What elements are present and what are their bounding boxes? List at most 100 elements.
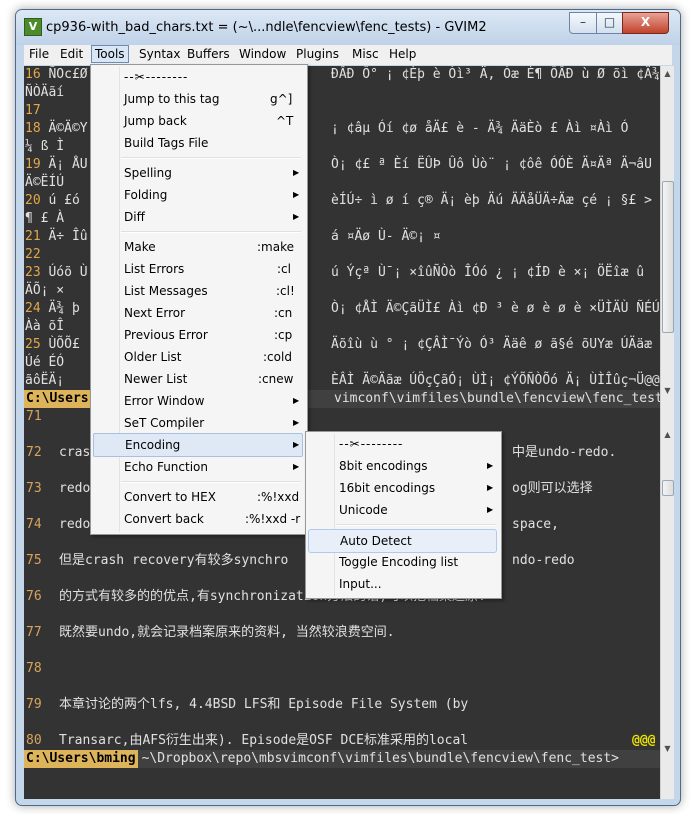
line-number: 75 <box>26 553 42 568</box>
title-bar[interactable]: V cp936-with_bad_chars.txt = (~\...ndle\… <box>16 10 680 45</box>
line-text-tail: og则可以选择 <box>512 481 593 496</box>
editor-line: 24 Ä¾ þ Ò¡ ¢ÅÌ Ä©ÇãÜÌ£ Àì ¢Ð ³ è ø è ø è … <box>25 300 660 318</box>
menu-misc[interactable]: Misc <box>349 46 382 62</box>
window-title: cp936-with_bad_chars.txt = (~\...ndle\fe… <box>46 20 487 35</box>
scroll-up-icon[interactable]: ▲ <box>662 428 673 442</box>
line-text: Úóõ Ù <box>48 265 88 280</box>
line-text: ÄÕ¡ × <box>25 283 65 298</box>
line-text-tail: ÐÂÐ Ô° ¡ ¢Èþ è Òì³ Ä, Òæ È¶ ÔÂÐ ù Ø õì ¢… <box>331 67 660 82</box>
menu-item-encoding[interactable]: Encoding ▶ <box>93 433 303 457</box>
submenu-arrow-icon: ▶ <box>487 461 494 470</box>
menu-syntax[interactable]: Syntax <box>136 46 183 62</box>
menu-item-list-messages[interactable]: List Messages:cl! <box>93 280 303 302</box>
menu-item-newer-list[interactable]: Newer List:cnew <box>93 368 303 390</box>
status-line-bottom: C:\Users\bming ~\Dropbox\repo\mbsvimconf\… <box>24 750 660 768</box>
menu-buffers[interactable]: Buffers <box>184 46 233 62</box>
line-number: 21 <box>25 229 41 244</box>
menu-item-label: Jump back <box>124 114 187 128</box>
menu-item-8bit-encodings[interactable]: 8bit encodings ▶ <box>308 455 497 477</box>
menu-item-shortcut: g^] <box>270 92 293 106</box>
editor-line: 16 ÑOc£Ø ÐÂÐ Ô° ¡ ¢Èþ è Òì³ Ä, Òæ È¶ ÔÂÐ … <box>25 66 660 84</box>
menu-item-echo-function[interactable]: Echo Function ▶ <box>93 456 303 478</box>
line-text-tail: ndo-redo <box>512 553 575 568</box>
line-text-tail: 中是undo-redo. <box>512 445 617 460</box>
editor-line: 22 <box>25 246 41 264</box>
menu-item-label: Convert back <box>124 512 204 526</box>
line-text-tail: Ò¡ ¢ÅÌ Ä©ÇãÜÌ£ Àì ¢Ð ³ è ø è ø è ×ÜÌÄÙ Ñ… <box>331 301 660 316</box>
scroll-down-icon[interactable]: ▼ <box>662 384 673 398</box>
line-number: 18 <box>25 121 41 136</box>
line-number: 78 <box>26 661 42 676</box>
menu-item-label: 8bit encodings <box>339 459 428 473</box>
menu-item-convert-to-hex[interactable]: Convert to HEX:%!xxd <box>93 486 303 508</box>
line-text: redo <box>59 517 91 532</box>
menu-file[interactable]: File <box>26 46 52 62</box>
line-number: 24 <box>25 301 41 316</box>
menu-item-label: Newer List <box>124 372 188 386</box>
minimize-button[interactable]: – <box>569 12 597 34</box>
editor-line: 17 <box>25 102 41 120</box>
line-number: 23 <box>25 265 41 280</box>
menu-item-list-errors[interactable]: List Errors:cl <box>93 258 303 280</box>
scrollbar-thumb[interactable] <box>662 480 674 496</box>
menu-item-input[interactable]: Input... <box>308 573 497 595</box>
submenu-arrow-icon: ▶ <box>293 418 300 427</box>
menu-item-auto-detect[interactable]: Auto Detect <box>308 529 497 553</box>
menu-item-older-list[interactable]: Older List:cold <box>93 346 303 368</box>
menu-tools[interactable]: Tools <box>91 45 129 63</box>
submenu-arrow-icon: ▶ <box>293 440 300 449</box>
line-number: 77 <box>26 625 42 640</box>
line-number: 19 <box>25 157 41 172</box>
editor-line: ¼ ß Ì <box>25 138 64 156</box>
menu-plugins[interactable]: Plugins <box>293 46 342 62</box>
submenu-arrow-icon: ▶ <box>293 190 300 199</box>
menu-item-unicode[interactable]: Unicode ▶ <box>308 499 497 521</box>
menu-item-toggle-encoding-list[interactable]: Toggle Encoding list <box>308 551 497 573</box>
menu-item-make[interactable]: Make:make <box>93 236 303 258</box>
submenu-arrow-icon: ▶ <box>487 505 494 514</box>
scroll-up-icon[interactable]: ▲ <box>662 67 673 81</box>
submenu-arrow-icon: ▶ <box>293 212 300 221</box>
close-button[interactable]: X <box>622 12 669 34</box>
menu-item-16bit-encodings[interactable]: 16bit encodings ▶ <box>308 477 497 499</box>
menu-item-jump-back[interactable]: Jump back ^T <box>93 110 303 132</box>
menu-window[interactable]: Window <box>236 46 289 62</box>
menu-item-label: Folding <box>124 188 168 202</box>
menu-item-label: Auto Detect <box>340 534 412 548</box>
scrollbar-thumb[interactable] <box>662 181 674 333</box>
line-text: ¼ ß Ì <box>25 139 65 154</box>
menu-item-label: Make <box>124 240 156 254</box>
line-number: 79 <box>26 697 42 712</box>
line-text: ÑÒÄãí <box>25 85 65 100</box>
maximize-button[interactable]: □ <box>596 12 623 34</box>
menu-item-set-compiler[interactable]: SeT Compiler ▶ <box>93 412 303 434</box>
tearoff-item[interactable]: --✂-------- <box>308 433 497 455</box>
editor-line: 20 ú £ó èÍÚ÷ ì ø í ç® Ä¡ èþ Äú ÄÄåÜÄ÷Äæ ç… <box>25 192 652 210</box>
menu-item-previous-error[interactable]: Previous Error:cp <box>93 324 303 346</box>
line-text: Ä¡ ÅU <box>48 157 88 172</box>
menu-item-label: Toggle Encoding list <box>339 555 459 569</box>
menu-item-convert-back[interactable]: Convert back:%!xxd -r <box>93 508 303 530</box>
scroll-down-icon[interactable]: ▼ <box>662 742 673 756</box>
menu-item-build-tags[interactable]: Build Tags File <box>93 132 303 154</box>
menu-item-label: Next Error <box>124 306 186 320</box>
menu-item-diff[interactable]: Diff ▶ <box>93 206 303 228</box>
menu-item-next-error[interactable]: Next Error :cn <box>93 302 303 324</box>
menu-item-folding[interactable]: Folding ▶ <box>93 184 303 206</box>
tearoff-item[interactable]: --✂-------- <box>93 66 303 88</box>
menu-edit[interactable]: Edit <box>57 46 86 62</box>
menu-item-shortcut: :cold <box>263 350 292 364</box>
line-text: Ä©Ä©Y <box>48 121 88 136</box>
vertical-scrollbar[interactable]: ▲ ▼ ▲ ▼ <box>660 66 674 799</box>
menu-item-shortcut: :cn <box>274 306 293 320</box>
menu-help[interactable]: Help <box>386 46 419 62</box>
menu-item-label: Echo Function <box>124 460 208 474</box>
menu-separator <box>121 231 301 233</box>
line-text-tail: ÈÂÌ Ä©Äãæ ÚÖçÇãÓ¡ ÙÌ¡ ¢ÝÕÑÒÕó Ä¡ ÙÌÎûç¬Ü… <box>331 373 660 388</box>
menu-item-error-window[interactable]: Error Window ▶ <box>93 390 303 412</box>
menu-item-spelling[interactable]: Spelling ▶ <box>93 162 303 184</box>
vim-icon[interactable]: V <box>24 18 42 36</box>
menu-item-jump-to-tag[interactable]: Jump to this tag g^] <box>93 88 303 110</box>
menu-item-shortcut: :%!xxd <box>257 490 300 504</box>
editor-line: Àà õÎ <box>25 318 64 336</box>
